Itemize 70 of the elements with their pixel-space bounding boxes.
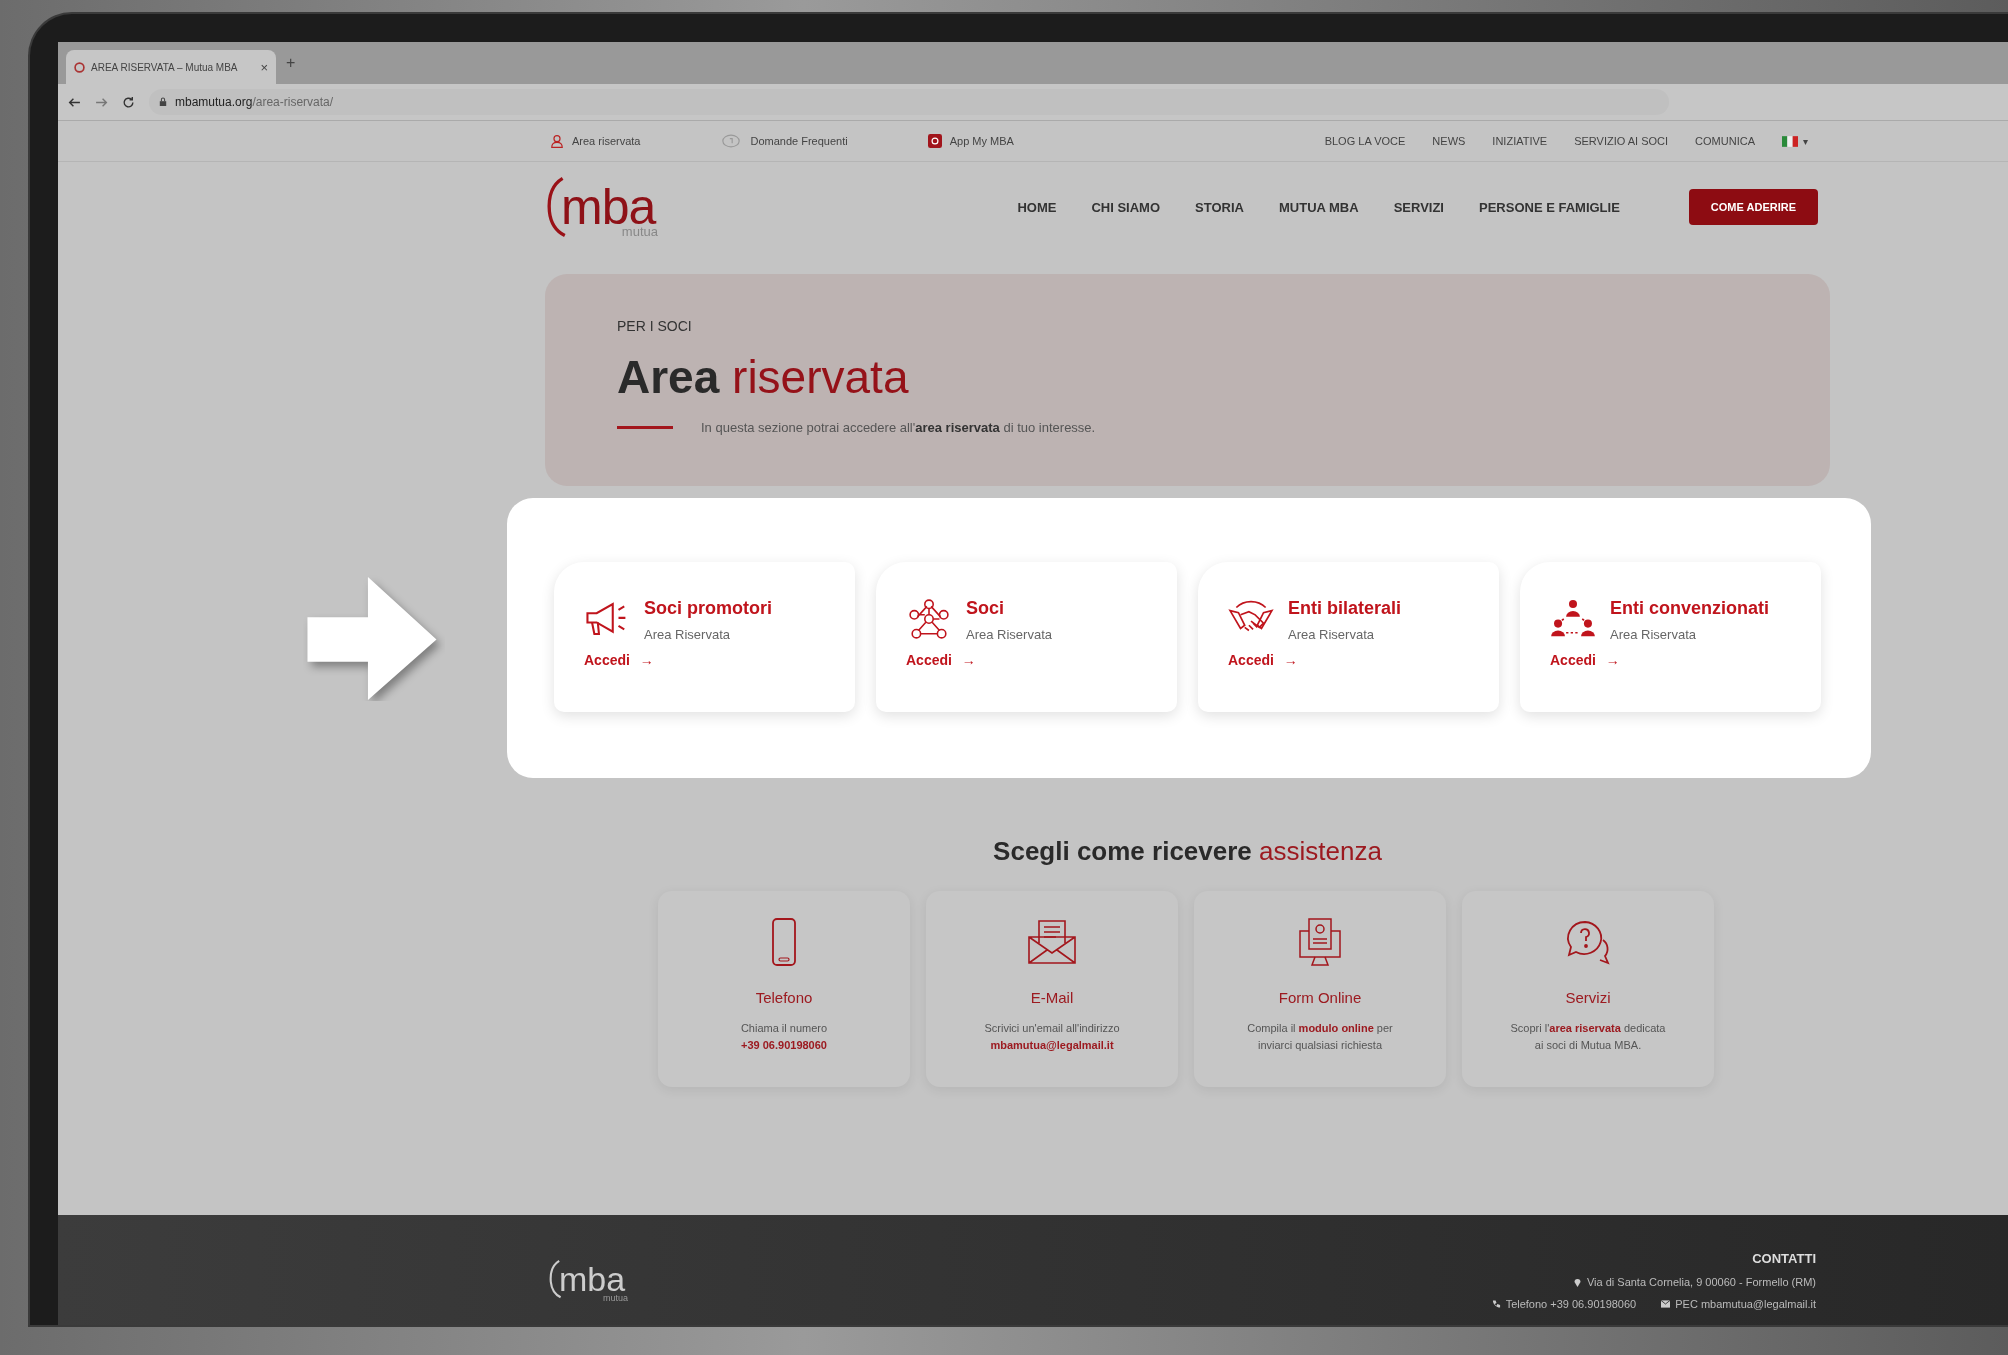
area-subtitle: Area Riservata [966,627,1052,642]
area-title: Soci [966,598,1005,619]
contact-title: E-Mail [1030,989,1074,1006]
access-link[interactable]: Accedi → [906,652,976,668]
top-menu-link[interactable]: BLOG LA VOCE [1324,135,1406,147]
user-icon [550,134,564,148]
contact-text: Compila il modulo online per inviarci qualsiasi richiesta [1247,1021,1393,1053]
area-subtitle: Area Riservata [1288,627,1375,642]
area-card[interactable]: Soci promotori Area Riservata Accedi → [554,562,855,712]
footer-heading: CONTATTI [1752,1251,1816,1266]
tab-title: AREA RISERVATA – Mutua MBA [91,61,239,73]
nav-link[interactable]: STORIA [1195,199,1244,215]
area-card[interactable]: Enti convenzionati Area Riservata Accedi → [1520,562,1821,712]
envelope-icon [1027,917,1077,967]
app-icon [927,134,942,148]
intro-text: In questa sezione potrai accedere all'area riservata di tuo interesse. [701,420,1096,435]
utility-link[interactable]: Area riservata [550,134,641,148]
close-tab-button[interactable]: × [260,59,268,75]
nav-link[interactable]: HOME [1017,199,1057,215]
new-tab-button[interactable]: + [286,54,296,72]
footer-logo[interactable]: mba mutua [548,1251,630,1307]
reload-icon[interactable] [122,95,135,109]
utility-link[interactable]: App My MBA [927,134,1014,148]
top-menu-link[interactable]: SERVIZIO AI SOCI [1574,135,1669,147]
italian-flag-icon [1782,135,1798,147]
access-link[interactable]: Accedi → [584,652,654,668]
section-title: Scegli come ricevere assistenza [992,836,1383,867]
area-subtitle: Area Riservata [644,627,731,642]
phone-icon [1491,1299,1501,1309]
contact-title: Servizi [1565,989,1611,1006]
location-pin-icon [1572,1277,1582,1287]
lock-icon [159,97,167,107]
browser-tab[interactable]: AREA RISERVATA – Mutua MBA × [66,50,276,84]
nav-link[interactable]: MUTUA MBA [1278,199,1359,215]
site-favicon-icon [74,61,85,73]
contact-text: Scrivici un'email all'indirizzo mbamutua@legalmail.it [984,1021,1120,1053]
contact-text: Scopri l'area riservata dedicata ai soci di Mutua MBA. [1510,1021,1666,1053]
contact-title: Form Online [1278,989,1362,1006]
contact-text: Chiama il numero +39 06.90198060 [740,1021,828,1053]
address-bar[interactable]: mbamutua.org/area-riservata/ [149,89,1669,115]
contact-card[interactable]: Form Online Compila il modulo online per inviarci qualsiasi richiesta [1194,891,1446,1087]
contact-title: Telefono [755,989,813,1006]
network-icon [906,598,952,640]
phone-text: Telefono +39 06.90198060 [1505,1298,1637,1310]
pec-text: PEC mbamutua@legalmail.it [1675,1298,1816,1310]
nav-link[interactable]: CHI SIAMO [1091,199,1161,215]
area-subtitle: Area Riservata [1610,627,1697,642]
chat-bubble-icon [720,134,743,148]
access-link[interactable]: Accedi → [1228,652,1298,668]
top-menu-link[interactable]: INIZIATIVE [1492,135,1548,147]
area-card[interactable]: Soci Area Riservata Accedi → [876,562,1177,712]
area-title: Enti bilaterali [1288,598,1402,619]
envelope-icon [1661,1299,1671,1309]
nav-link[interactable]: PERSONE E FAMIGLIE [1479,199,1620,215]
page-title: Area riservata [617,350,910,404]
join-button[interactable]: COME ADERIRE [1688,189,1818,225]
nav-link[interactable]: SERVIZI [1393,199,1444,215]
language-selector[interactable]: ▾ [1782,135,1808,147]
contact-card[interactable]: Servizi Scopri l'area riservata dedicata ai soci di Mutua MBA. [1462,891,1714,1087]
area-title: Enti convenzionati [1610,598,1769,619]
contact-card[interactable]: Telefono Chiama il numero +39 06.90198060 [658,891,910,1087]
area-card[interactable]: Enti bilaterali Area Riservata Accedi → [1198,562,1499,712]
utility-link[interactable]: Domande Frequenti [720,134,848,148]
eyebrow-text: PER I SOCI [617,318,693,334]
address-text: Via di Santa Cornelia, 9 00060 - Formello (RM) [1586,1276,1816,1288]
access-link[interactable]: Accedi → [1550,652,1620,668]
area-title: Soci promotori [644,598,772,619]
top-menu-link[interactable]: NEWS [1432,135,1466,147]
contact-card[interactable]: E-Mail Scrivici un'email all'indirizzo mbamutua@legalmail.it [926,891,1178,1087]
top-menu-link[interactable]: COMUNICA [1695,135,1755,147]
